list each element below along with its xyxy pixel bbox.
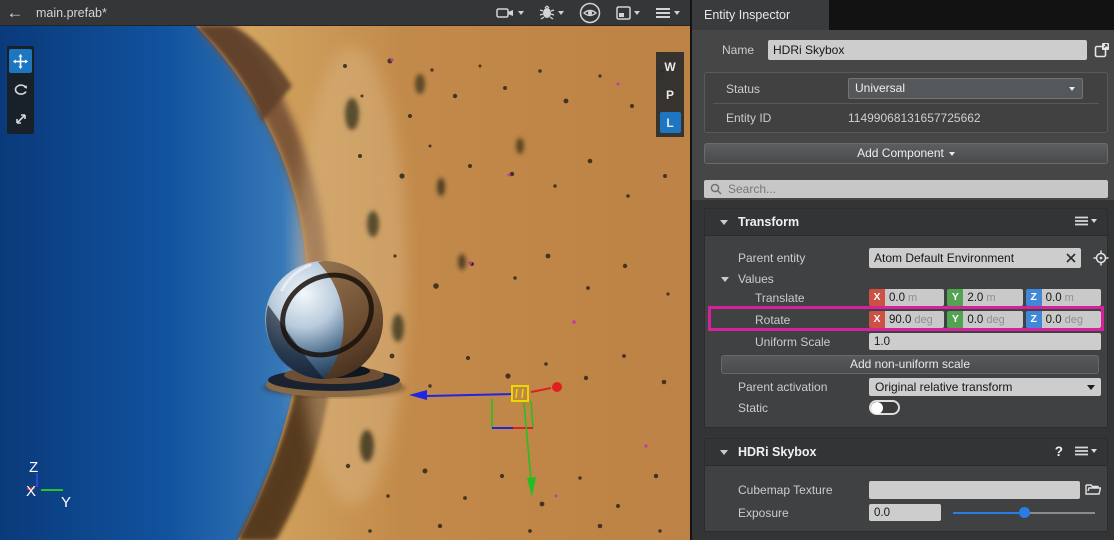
space-local-button[interactable]: L (660, 112, 681, 133)
parent-entity-label: Parent entity (738, 251, 805, 265)
collapse-caret-icon[interactable] (720, 450, 728, 455)
uniform-scale-label: Uniform Scale (755, 335, 830, 349)
scale-tool-button[interactable] (9, 107, 32, 131)
viewport-header: ← main.prefab* (0, 0, 690, 26)
entity-id-value: 11499068131657725662 (848, 111, 981, 125)
entity-inspector-panel: Entity Inspector Name Status Universal E… (690, 0, 1114, 540)
status-caret-icon (1069, 87, 1075, 91)
layout-icon[interactable] (616, 6, 640, 20)
rotate-y-field[interactable]: Y 0.0deg (947, 311, 1022, 328)
hdri-skybox-component-card: HDRi Skybox ? Cubemap Texture Exposure (704, 438, 1108, 532)
static-toggle[interactable] (869, 400, 900, 415)
translate-x-field[interactable]: X 0.0m (869, 289, 944, 306)
layout-caret-icon (634, 11, 640, 15)
rotate-row: Rotate X 90.0deg Y 0.0deg Z 0.0deg (705, 311, 1109, 328)
transform-card-header[interactable]: Transform (705, 209, 1107, 236)
rotate-tool-button[interactable] (9, 78, 32, 102)
entity-id-label: Entity ID (726, 111, 771, 125)
entity-id-group: Status Universal Entity ID 1149906813165… (704, 72, 1108, 133)
search-input[interactable] (728, 180, 1098, 198)
translate-y-field[interactable]: Y 2.0m (947, 289, 1022, 306)
component-search (704, 180, 1108, 198)
status-dropdown[interactable]: Universal (848, 78, 1083, 99)
parent-activation-caret-icon (1087, 385, 1095, 390)
viewport-panel: ← main.prefab* (0, 0, 690, 540)
translate-z-field[interactable]: Z 0.0m (1026, 289, 1101, 306)
exposure-label: Exposure (738, 506, 789, 520)
debug-caret-icon (558, 11, 564, 15)
tab-entity-inspector[interactable]: Entity Inspector (692, 0, 829, 30)
add-component-button[interactable]: Add Component (704, 143, 1108, 164)
hdri-menu-icon[interactable] (1075, 446, 1097, 456)
help-icon[interactable]: ? (1055, 444, 1063, 459)
collapse-caret-icon[interactable] (720, 220, 728, 225)
camera-caret-icon (518, 11, 524, 15)
cubemap-texture-input[interactable] (869, 481, 1080, 499)
parent-entity-input[interactable] (869, 248, 1081, 268)
space-world-button[interactable]: W (660, 56, 681, 77)
axis-x-label: X (26, 483, 36, 500)
transform-tools (7, 46, 34, 134)
status-label: Status (726, 82, 760, 96)
uniform-scale-input[interactable] (869, 333, 1101, 350)
menu-icon[interactable] (655, 7, 680, 19)
debug-icon[interactable] (539, 5, 564, 20)
axis-y-label: Y (61, 494, 71, 511)
pin-inspector-icon[interactable] (1092, 40, 1112, 60)
values-label: Values (738, 272, 774, 286)
o3de-editor-window: ← main.prefab* (0, 0, 1114, 540)
prefab-title: main.prefab* (36, 6, 107, 20)
menu-caret-icon (674, 11, 680, 15)
name-label: Name (692, 43, 754, 57)
back-button[interactable]: ← (0, 0, 30, 26)
values-caret-icon[interactable] (721, 277, 729, 282)
visibility-icon[interactable] (579, 2, 601, 24)
entity-picker-icon[interactable] (1093, 250, 1109, 266)
add-component-caret-icon (949, 152, 955, 156)
inspector-tabbar: Entity Inspector (692, 0, 1114, 30)
transform-title: Transform (738, 215, 799, 229)
hdri-title: HDRi Skybox (738, 445, 817, 459)
transform-menu-icon[interactable] (1075, 216, 1097, 226)
hdri-card-header[interactable]: HDRi Skybox ? (705, 439, 1107, 466)
search-icon (710, 183, 722, 195)
static-label: Static (738, 401, 768, 415)
3d-scene[interactable]: Z X Y (0, 26, 690, 540)
translate-label: Translate (755, 291, 805, 305)
rotate-label: Rotate (755, 313, 790, 327)
exposure-slider[interactable] (953, 504, 1095, 521)
exposure-slider-handle[interactable] (1019, 507, 1030, 518)
rotate-z-field[interactable]: Z 0.0deg (1026, 311, 1101, 328)
space-parent-button[interactable]: P (660, 84, 681, 105)
translate-row: Translate X 0.0m Y 2.0m Z 0.0m (705, 289, 1109, 306)
axis-z-label: Z (29, 459, 38, 476)
camera-icon[interactable] (496, 6, 524, 20)
cubemap-texture-label: Cubemap Texture (738, 483, 833, 497)
clear-parent-icon[interactable] (1063, 250, 1079, 266)
browse-folder-icon[interactable] (1085, 482, 1101, 496)
reference-space-strip: W P L (656, 52, 684, 137)
exposure-input[interactable] (869, 504, 941, 521)
add-nonuniform-scale-button[interactable]: Add non-uniform scale (721, 355, 1099, 374)
move-tool-button[interactable] (9, 49, 32, 73)
entity-name-input[interactable] (768, 40, 1087, 60)
parent-activation-dropdown[interactable]: Original relative transform (869, 378, 1101, 396)
transform-component-card: Transform Parent entity Values Translate (704, 208, 1108, 428)
rotate-x-field[interactable]: X 90.0deg (869, 311, 944, 328)
parent-activation-label: Parent activation (738, 380, 827, 394)
